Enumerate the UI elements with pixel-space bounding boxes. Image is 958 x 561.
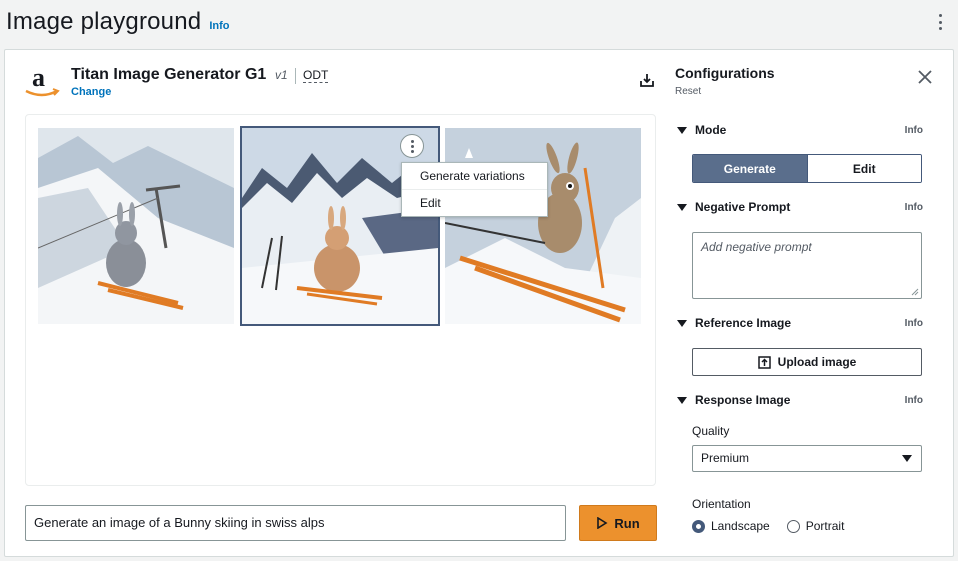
menu-item-edit[interactable]: Edit bbox=[402, 189, 547, 215]
generated-image-2[interactable] bbox=[240, 126, 440, 326]
negative-prompt-placeholder: Add negative prompt bbox=[701, 240, 812, 254]
page-header: Image playground Info bbox=[0, 0, 958, 44]
image-context-menu: Generate variations Edit bbox=[401, 162, 548, 217]
orientation-portrait-option[interactable]: Portrait bbox=[786, 519, 845, 533]
close-icon[interactable] bbox=[918, 70, 932, 84]
caret-down-icon bbox=[902, 455, 912, 462]
model-name: Titan Image Generator G1 bbox=[71, 66, 267, 83]
mode-segmented-control: Generate Edit bbox=[692, 154, 922, 183]
negative-prompt-label: Negative Prompt bbox=[695, 200, 791, 214]
generated-image-1[interactable] bbox=[38, 128, 234, 324]
resize-grip-icon[interactable] bbox=[911, 288, 919, 296]
upload-image-button[interactable]: Upload image bbox=[692, 348, 922, 376]
reference-image-label: Reference Image bbox=[695, 316, 792, 330]
upload-icon bbox=[757, 355, 771, 369]
orientation-radio-group: Landscape Portrait bbox=[692, 518, 854, 534]
negative-prompt-textarea[interactable]: Add negative prompt bbox=[692, 232, 922, 299]
upload-image-label: Upload image bbox=[777, 355, 857, 369]
reference-image-info-link[interactable]: Info bbox=[905, 318, 923, 329]
model-badge[interactable]: ODT bbox=[303, 68, 329, 83]
radio-checked-icon[interactable] bbox=[692, 519, 705, 533]
configurations-title: Configurations bbox=[675, 65, 775, 81]
model-selector: a Titan Image Generator G1 v1 ODT Change bbox=[23, 62, 663, 102]
more-options-icon[interactable] bbox=[934, 12, 946, 32]
prompt-input[interactable]: Generate an image of a Bunny skiing in s… bbox=[25, 505, 566, 541]
response-image-section-header[interactable]: Response Image Info bbox=[677, 391, 923, 409]
orientation-portrait-label: Portrait bbox=[805, 519, 845, 533]
negative-prompt-info-link[interactable]: Info bbox=[905, 202, 923, 213]
caret-down-icon bbox=[677, 319, 687, 327]
orientation-landscape-option[interactable]: Landscape bbox=[692, 519, 770, 533]
change-model-link[interactable]: Change bbox=[71, 86, 111, 98]
run-button[interactable]: Run bbox=[579, 505, 657, 541]
radio-unchecked-icon[interactable] bbox=[786, 519, 800, 533]
generated-image-3[interactable] bbox=[445, 128, 641, 324]
caret-down-icon bbox=[677, 203, 687, 211]
menu-item-generate-variations[interactable]: Generate variations bbox=[402, 163, 547, 189]
mode-label: Mode bbox=[695, 123, 727, 137]
response-image-label: Response Image bbox=[695, 393, 791, 407]
reset-link[interactable]: Reset bbox=[675, 86, 701, 97]
mode-section-header[interactable]: Mode Info bbox=[677, 121, 923, 139]
quality-value: Premium bbox=[701, 451, 750, 465]
divider bbox=[295, 68, 296, 84]
response-image-info-link[interactable]: Info bbox=[905, 395, 923, 406]
orientation-landscape-label: Landscape bbox=[711, 519, 770, 533]
mode-edit-option[interactable]: Edit bbox=[806, 155, 921, 182]
image-actions-icon[interactable] bbox=[400, 134, 424, 158]
mode-info-link[interactable]: Info bbox=[905, 125, 923, 136]
quality-select[interactable]: Premium bbox=[692, 445, 922, 472]
quality-label: Quality bbox=[692, 424, 730, 438]
negative-prompt-section-header[interactable]: Negative Prompt Info bbox=[677, 198, 923, 216]
page-info-link[interactable]: Info bbox=[209, 20, 229, 32]
caret-down-icon bbox=[677, 126, 687, 134]
amazon-logo-icon: a bbox=[25, 64, 60, 97]
svg-text:a: a bbox=[32, 64, 45, 92]
generated-images-area: Generate variations Edit bbox=[25, 114, 656, 486]
download-icon[interactable] bbox=[639, 72, 655, 88]
page-title: Image playground bbox=[6, 8, 202, 35]
model-version: v1 bbox=[275, 68, 288, 82]
playground-panel: a Titan Image Generator G1 v1 ODT Change bbox=[4, 49, 954, 557]
play-icon bbox=[597, 517, 608, 529]
orientation-label: Orientation bbox=[692, 497, 751, 511]
run-button-label: Run bbox=[614, 515, 640, 531]
caret-down-icon bbox=[677, 396, 687, 404]
reference-image-section-header[interactable]: Reference Image Info bbox=[677, 314, 923, 332]
mode-generate-option[interactable]: Generate bbox=[693, 155, 807, 182]
